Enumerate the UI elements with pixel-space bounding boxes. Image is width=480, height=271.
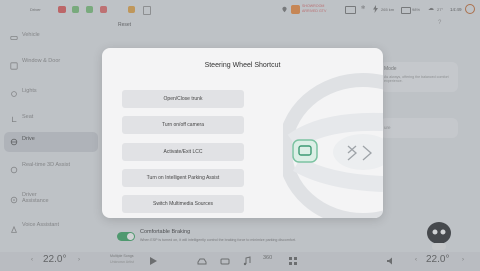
option-switch-multimedia[interactable]: Switch Multimedia Sources <box>122 195 244 213</box>
option-intelligent-parking[interactable]: Turn on Intelligent Parking Assist <box>122 169 244 187</box>
option-open-close-trunk[interactable]: Open/Close trunk <box>122 90 244 108</box>
option-activate-exit-lcc[interactable]: Activate/Exit LCC <box>122 143 244 161</box>
option-toggle-camera[interactable]: Turn on/off camera <box>122 116 244 134</box>
dialog-title: Steering Wheel Shortcut <box>204 62 281 69</box>
settings-screen: Driver SHOWROOM ARRIVED GTV ✻ 265 km 98%… <box>0 0 480 271</box>
steering-wheel-illustration <box>278 72 383 218</box>
steering-wheel-shortcut-dialog: Steering Wheel Shortcut Open/Close trunk… <box>102 48 383 218</box>
